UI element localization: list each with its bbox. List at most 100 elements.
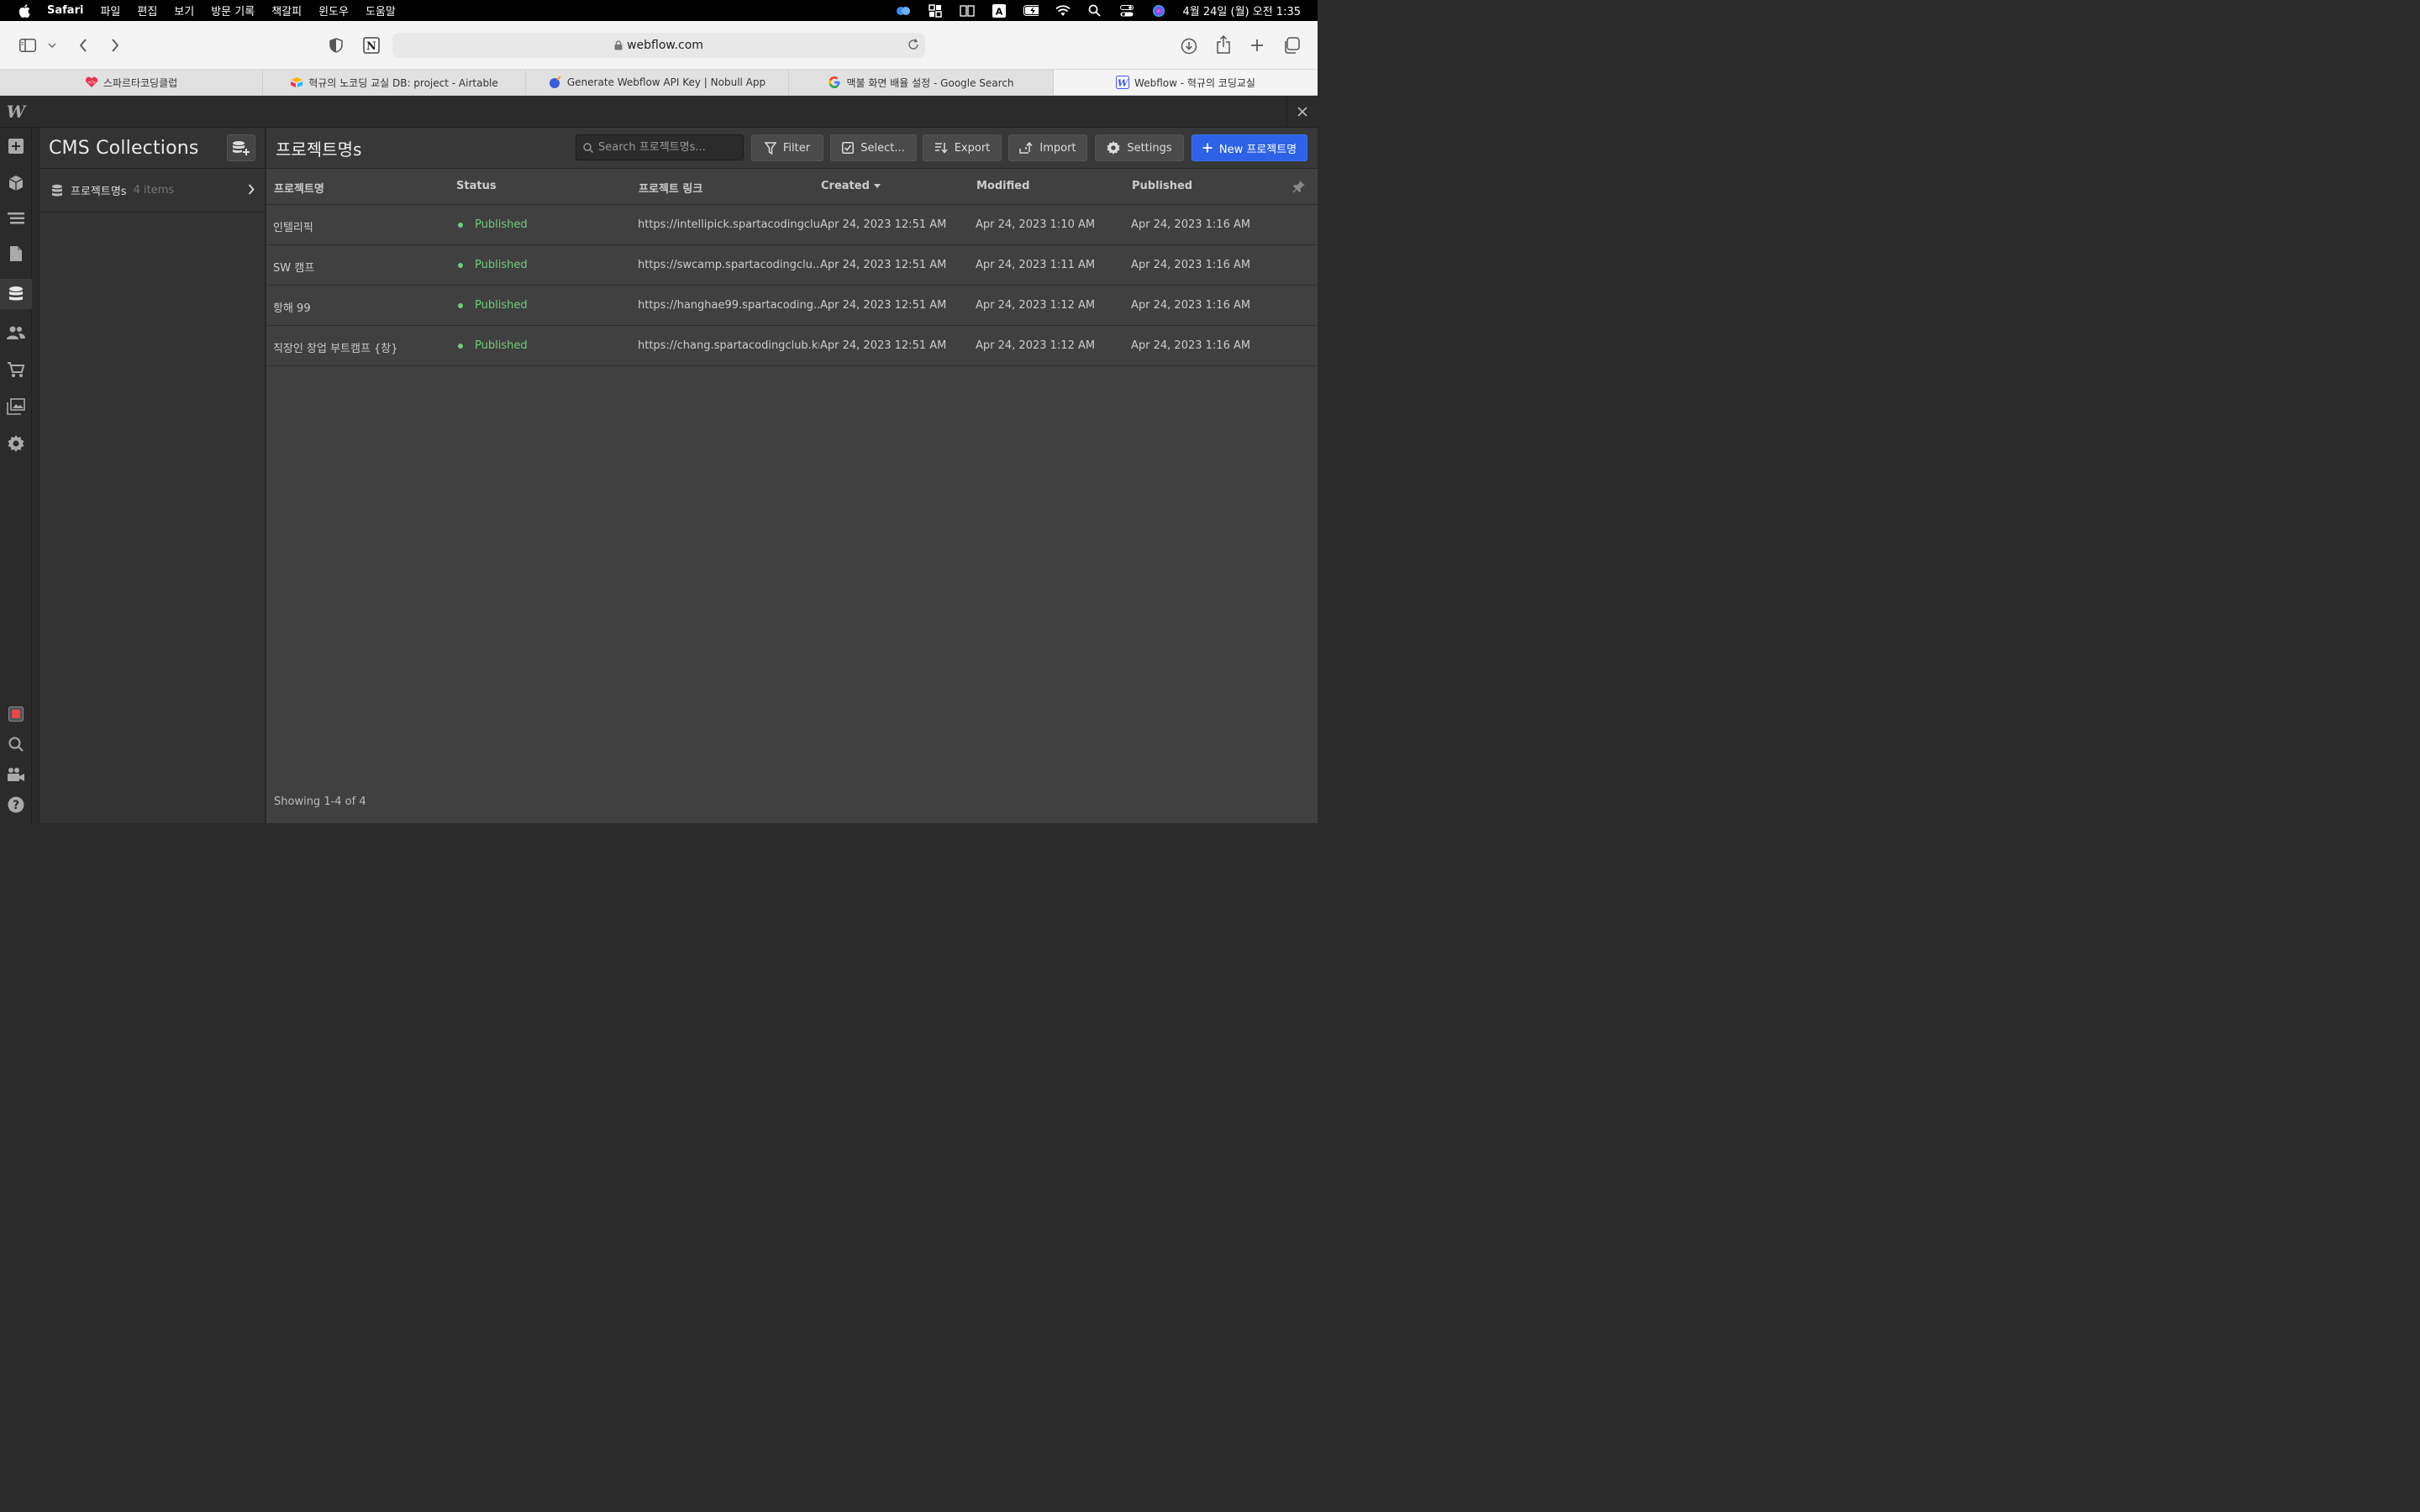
table-row[interactable]: SW 캠프 Published https://swcamp.spartacod… bbox=[266, 245, 1318, 286]
svg-text:</>: </> bbox=[87, 81, 96, 86]
browser-tab-nobull[interactable]: Generate Webflow API Key | Nobull App bbox=[526, 70, 789, 95]
search-icon[interactable] bbox=[0, 729, 32, 759]
select-button[interactable]: Select... bbox=[830, 134, 917, 161]
close-panel-button[interactable] bbox=[1286, 96, 1318, 128]
privacy-shield-icon[interactable] bbox=[328, 37, 345, 54]
webflow-favicon-icon: W bbox=[1116, 76, 1130, 89]
cell-created: Apr 24, 2023 12:51 AM bbox=[820, 299, 947, 312]
import-icon bbox=[1019, 142, 1033, 154]
control-center-icon[interactable] bbox=[1119, 4, 1134, 18]
menu-view[interactable]: 보기 bbox=[174, 3, 194, 18]
navigator-icon[interactable] bbox=[0, 203, 32, 234]
apple-icon[interactable] bbox=[17, 3, 32, 18]
menu-app-name[interactable]: Safari bbox=[47, 4, 83, 17]
table-row[interactable]: 인텔리픽 Published https://intellipick.spart… bbox=[266, 205, 1318, 245]
search-input[interactable] bbox=[598, 141, 741, 154]
browser-tab-spartacoding[interactable]: </> 스파르타코딩클럽 bbox=[0, 70, 263, 95]
cell-created: Apr 24, 2023 12:51 AM bbox=[820, 259, 947, 271]
battery-icon[interactable] bbox=[1023, 4, 1039, 18]
cell-modified: Apr 24, 2023 1:11 AM bbox=[976, 259, 1096, 271]
cell-link: https://swcamp.spartacodingclu... bbox=[638, 259, 819, 271]
column-header-status[interactable]: Status bbox=[456, 180, 497, 192]
new-item-button[interactable]: New 프로젝트명 bbox=[1192, 134, 1307, 161]
status-label: Published bbox=[475, 339, 528, 352]
cms-database-icon[interactable] bbox=[0, 279, 32, 309]
settings-gear-icon[interactable] bbox=[0, 428, 32, 459]
cell-name: 직장인 창업 부트캠프 {창} bbox=[273, 343, 398, 355]
cell-name: 항해 99 bbox=[273, 302, 311, 315]
url-text: webflow.com bbox=[627, 39, 703, 52]
import-button[interactable]: Import bbox=[1008, 134, 1087, 161]
wifi-icon[interactable] bbox=[1055, 4, 1071, 18]
browser-tab-bar: </> 스파르타코딩클럽 혁규의 노코딩 교실 DB: project - Ai… bbox=[0, 70, 1318, 96]
siri-icon[interactable] bbox=[1151, 4, 1166, 18]
chevron-down-icon[interactable] bbox=[45, 39, 59, 52]
downloads-icon[interactable] bbox=[1180, 37, 1198, 55]
cell-created: Apr 24, 2023 12:51 AM bbox=[820, 218, 947, 231]
record-icon[interactable] bbox=[0, 699, 32, 729]
collection-title: 프로젝트명s bbox=[276, 139, 362, 160]
cell-link: https://intellipick.spartacodingclu... bbox=[638, 218, 819, 231]
filter-button[interactable]: Filter bbox=[751, 134, 823, 161]
address-bar[interactable]: webflow.com bbox=[392, 33, 925, 58]
menu-help[interactable]: 도움말 bbox=[366, 3, 396, 18]
webflow-logo[interactable]: W bbox=[0, 96, 32, 128]
lock-icon bbox=[614, 40, 623, 50]
table-row[interactable]: 항해 99 Published https://hanghae99.sparta… bbox=[266, 286, 1318, 326]
notion-extension-icon[interactable]: N bbox=[362, 36, 381, 55]
collection-item-projects[interactable]: 프로젝트명s 4 items bbox=[39, 169, 265, 213]
display-mirror-icon[interactable] bbox=[959, 4, 975, 18]
tab-label: Webflow - 혁규의 코딩교실 bbox=[1134, 76, 1255, 89]
finder-status-icon[interactable] bbox=[896, 4, 911, 18]
users-icon[interactable] bbox=[0, 318, 32, 348]
sidebar-toggle-icon[interactable] bbox=[18, 37, 37, 54]
column-header-link[interactable]: 프로젝트 링크 bbox=[639, 180, 702, 196]
column-header-modified[interactable]: Modified bbox=[976, 180, 1029, 192]
pages-icon[interactable] bbox=[0, 239, 32, 269]
spotlight-icon[interactable] bbox=[1087, 4, 1102, 18]
settings-button[interactable]: Settings bbox=[1095, 134, 1184, 161]
browser-tab-airtable[interactable]: 혁규의 노코딩 교실 DB: project - Airtable bbox=[263, 70, 526, 95]
assets-images-icon[interactable] bbox=[0, 391, 32, 422]
menu-file[interactable]: 파일 bbox=[100, 3, 120, 18]
filter-label: Filter bbox=[782, 141, 811, 155]
tab-overview-icon[interactable] bbox=[1282, 36, 1301, 55]
browser-tab-webflow[interactable]: W Webflow - 혁규의 코딩교실 bbox=[1054, 70, 1318, 95]
new-tab-icon[interactable] bbox=[1249, 37, 1265, 54]
search-box bbox=[576, 134, 744, 160]
cms-collections-panel: CMS Collections 프로젝트명s 4 items bbox=[39, 128, 266, 823]
cell-name: 인텔리픽 bbox=[273, 222, 313, 234]
back-icon[interactable] bbox=[76, 36, 91, 55]
gear-icon bbox=[1107, 141, 1120, 155]
share-icon[interactable] bbox=[1214, 34, 1233, 55]
menu-bookmarks[interactable]: 책갈피 bbox=[271, 3, 302, 18]
add-collection-button[interactable] bbox=[227, 134, 255, 161]
column-header-name[interactable]: 프로젝트명 bbox=[274, 180, 324, 196]
webflow-top-bar: W bbox=[0, 96, 1318, 128]
video-tutorials-icon[interactable] bbox=[0, 759, 32, 790]
collection-items-view: 프로젝트명s Filter Select... Export bbox=[266, 128, 1318, 823]
column-header-created[interactable]: Created bbox=[821, 180, 881, 192]
published-dot-icon bbox=[458, 262, 463, 268]
reload-icon[interactable] bbox=[907, 38, 920, 51]
add-panel-icon[interactable] bbox=[0, 131, 32, 161]
ecommerce-cart-icon[interactable] bbox=[0, 354, 32, 385]
menu-window[interactable]: 윈도우 bbox=[318, 3, 349, 18]
input-source-icon[interactable]: A bbox=[992, 3, 1007, 18]
menu-history[interactable]: 방문 기록 bbox=[211, 3, 255, 18]
cell-link: https://chang.spartacodingclub.kr/ bbox=[638, 339, 819, 352]
browser-tab-google[interactable]: 맥불 화면 배율 설정 - Google Search bbox=[789, 70, 1054, 95]
menu-status-area: A 4월 24일 (월) 오전 1:35 bbox=[896, 0, 1318, 21]
widget-status-icon[interactable] bbox=[928, 3, 943, 18]
table-row[interactable]: 직장인 창업 부트캠프 {창} Published https://chang.… bbox=[266, 326, 1318, 366]
cell-modified: Apr 24, 2023 1:10 AM bbox=[976, 218, 1096, 231]
pin-icon[interactable] bbox=[1292, 180, 1306, 193]
help-icon[interactable]: ? bbox=[0, 790, 32, 820]
menu-edit[interactable]: 편집 bbox=[137, 3, 157, 18]
column-header-published[interactable]: Published bbox=[1132, 180, 1192, 192]
forward-icon[interactable] bbox=[108, 36, 123, 55]
symbols-cube-icon[interactable] bbox=[0, 168, 32, 198]
cell-modified: Apr 24, 2023 1:12 AM bbox=[976, 339, 1096, 352]
export-button[interactable]: Export bbox=[923, 134, 1002, 161]
menubar-clock[interactable]: 4월 24일 (월) 오전 1:35 bbox=[1183, 3, 1301, 18]
